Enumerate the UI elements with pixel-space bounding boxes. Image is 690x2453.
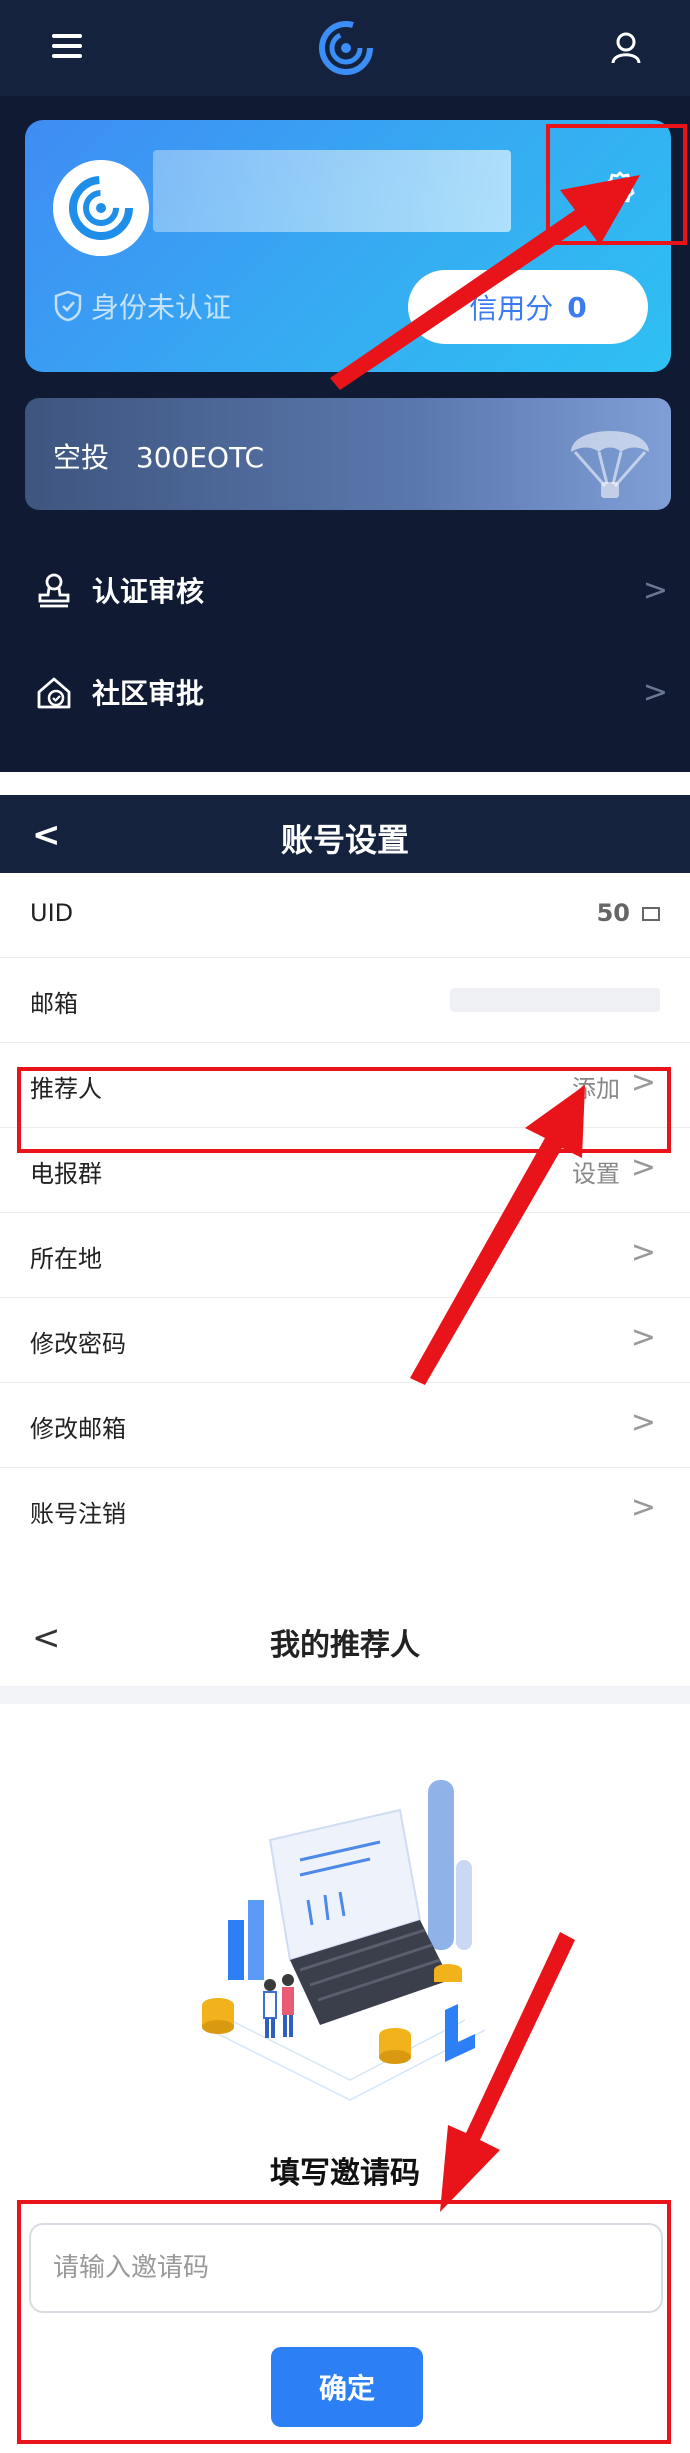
airdrop-amount: 300EOTC [135, 441, 265, 474]
gear-icon [605, 171, 635, 205]
account-settings-screen: < 账号设置 UID 50 邮箱 推荐人 添加 > 电报群 设置 > 所在地 >… [0, 795, 690, 1585]
menu-item-community-approval[interactable]: 社区审批 > [0, 642, 690, 742]
settings-row-email: 邮箱 [0, 958, 690, 1043]
menu-label: 认证审核 [92, 575, 205, 608]
referrer-screen: < 我的推荐人 填写邀请码 请输入邀请码 确定 [0, 1590, 690, 2453]
chevron-right-icon: > [642, 674, 668, 710]
settings-row-location[interactable]: 所在地 > [0, 1213, 690, 1298]
community-icon [37, 677, 71, 709]
account-email-blurred [153, 150, 511, 232]
copy-icon[interactable] [642, 907, 660, 921]
verify-status-label: 身份未认证 [91, 291, 232, 324]
top-bar [0, 0, 690, 96]
invite-code-title: 填写邀请码 [270, 2156, 420, 2191]
stamp-icon [38, 573, 70, 608]
invite-code-input[interactable] [29, 2223, 663, 2313]
menu-item-verification-review[interactable]: 认证审核 > [0, 540, 690, 640]
page-title: 账号设置 [280, 821, 409, 859]
page-title: 我的推荐人 [270, 1628, 420, 1663]
row-label: 电报群 [30, 1160, 102, 1188]
parachute-icon [571, 431, 649, 498]
header: < 我的推荐人 [0, 1590, 690, 1686]
chevron-right-icon: > [630, 1490, 656, 1525]
uid-value: 50 [597, 899, 660, 927]
settings-button[interactable] [546, 124, 687, 245]
row-label: 修改邮箱 [30, 1415, 126, 1443]
chevron-right-icon: > [630, 1150, 656, 1185]
header: < 账号设置 [0, 795, 690, 873]
confirm-button[interactable]: 确定 [271, 2347, 423, 2427]
divider [0, 1686, 690, 1704]
credit-value: 0 [567, 290, 587, 324]
verify-status[interactable]: 身份未认证 [53, 288, 231, 324]
uid-number: 50 [596, 899, 630, 927]
row-label: 所在地 [30, 1245, 102, 1273]
referrer-highlight-box [17, 1067, 671, 1153]
chevron-right-icon: > [630, 1235, 656, 1270]
avatar [53, 160, 149, 256]
chevron-right-icon: > [630, 1405, 656, 1440]
invite-form-highlight-box: 确定 [17, 2200, 671, 2444]
email-value-blurred [450, 988, 660, 1012]
row-label: 修改密码 [30, 1330, 126, 1358]
menu-icon[interactable] [52, 34, 82, 58]
chevron-right-icon: > [630, 1320, 656, 1355]
profile-screen: 身份未认证 信用分 0 空投 300EOTC 认证审核 > 社区审批 > [0, 0, 690, 772]
credit-score-pill[interactable]: 信用分 0 [408, 270, 648, 344]
chevron-right-icon: > [642, 572, 668, 608]
settings-row-uid: UID 50 [0, 873, 690, 958]
row-label: 邮箱 [30, 990, 78, 1018]
settings-row-change-email[interactable]: 修改邮箱 > [0, 1383, 690, 1468]
profile-card: 身份未认证 信用分 0 [25, 120, 687, 372]
settings-row-change-password[interactable]: 修改密码 > [0, 1298, 690, 1383]
laptop-illustration [202, 1780, 486, 2101]
user-icon[interactable] [608, 30, 644, 66]
shield-icon [54, 290, 82, 322]
settings-row-delete-account[interactable]: 账号注销 > [0, 1468, 690, 1553]
airdrop-label: 空投 [53, 441, 110, 474]
airdrop-card[interactable]: 空投 300EOTC [25, 398, 671, 510]
credit-label: 信用分 [469, 292, 554, 325]
row-label: UID [30, 899, 74, 927]
logo-icon [319, 21, 373, 75]
menu-label: 社区审批 [92, 677, 205, 710]
row-value: 设置 [572, 1160, 620, 1188]
row-label: 账号注销 [30, 1500, 126, 1528]
